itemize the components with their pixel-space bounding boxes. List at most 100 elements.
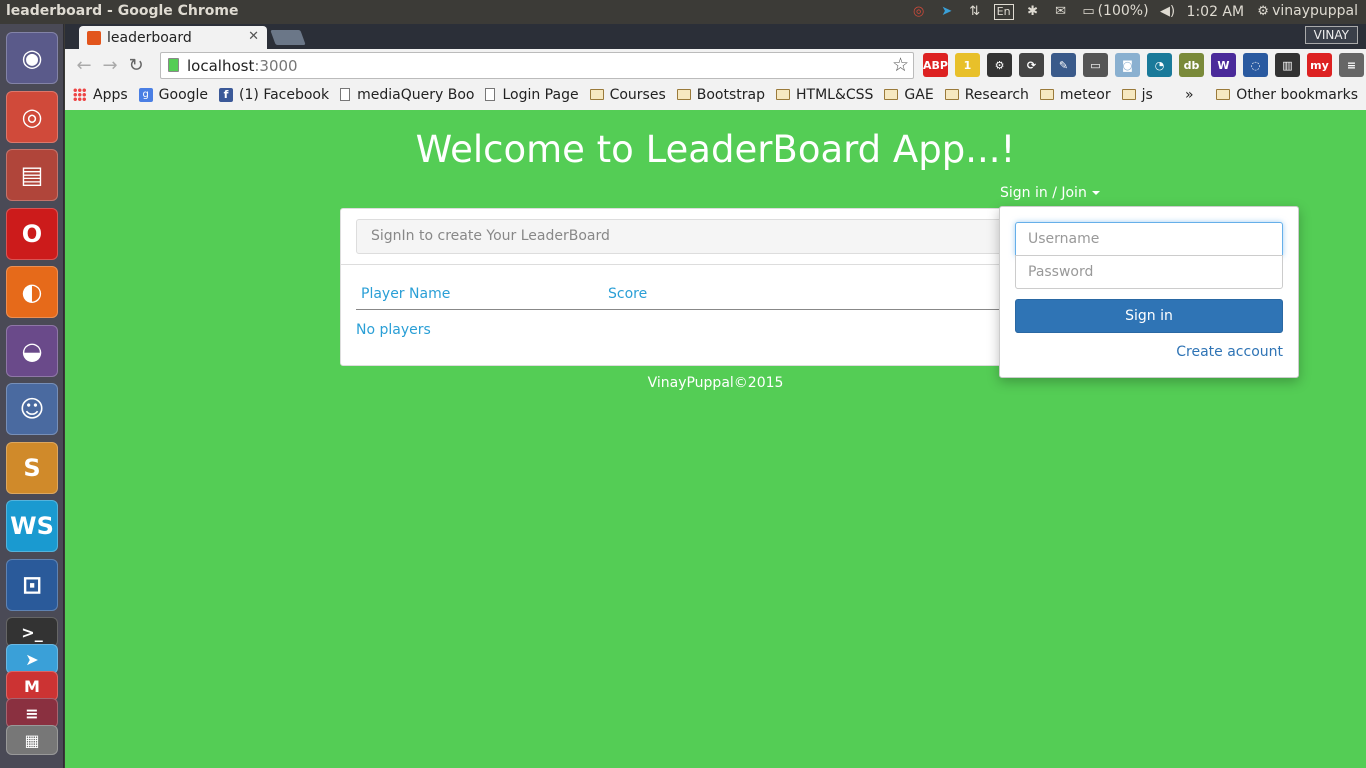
close-tab-icon[interactable]: ✕ — [248, 29, 259, 44]
w-extension-icon[interactable]: W — [1211, 53, 1236, 77]
create-account-link[interactable]: Create account — [1176, 344, 1283, 360]
workspace-icon[interactable]: ▦ — [6, 725, 58, 755]
files-icon[interactable]: ▤ — [6, 149, 58, 201]
bluetooth-icon[interactable]: ✱ — [1024, 3, 1042, 21]
bookmark-star-icon[interactable]: ☆ — [892, 54, 909, 76]
folder-icon — [884, 89, 899, 100]
bookmark-label: js — [1141, 86, 1153, 103]
folder-icon — [676, 89, 691, 100]
gmail-icon[interactable]: M — [6, 671, 58, 701]
bookmark-label: Google — [158, 86, 209, 103]
opera-icon[interactable]: O — [6, 207, 58, 260]
bookmark-label: mediaQuery Boo — [357, 86, 475, 103]
signin-join-label: Sign in / Join — [1000, 185, 1087, 201]
menu-icon[interactable]: ≡ — [1339, 53, 1364, 77]
chrome-icon[interactable]: ◎ — [6, 90, 58, 143]
keyboard-layout-indicator[interactable]: En — [993, 4, 1014, 20]
sublime-text-icon[interactable]: S — [6, 441, 58, 494]
adblock-icon[interactable]: ABP — [923, 53, 948, 77]
db-extension-icon[interactable]: db — [1179, 53, 1204, 77]
bookmark-item[interactable]: Courses — [589, 86, 666, 103]
bookmark-label: HTML&CSS — [795, 86, 874, 103]
app-icon[interactable]: ⊡ — [6, 558, 58, 611]
signin-join-toggle[interactable]: Sign in / Join — [1000, 185, 1100, 201]
scanner-icon[interactable]: ▭ — [1083, 53, 1108, 77]
bookmarks-overflow-button[interactable]: » — [1185, 87, 1194, 103]
tab-strip: leaderboard ✕ VINAY — [65, 24, 1366, 49]
chat-extension-icon[interactable]: ◌ — [1243, 53, 1268, 77]
telegram-tray-icon[interactable]: ➤ — [938, 3, 956, 21]
extensions-area: ABP 1 ⚙ ⟳ ✎ ▭ ◙ ◔ db W ◌ ▥ my ≡ — [923, 53, 1364, 77]
column-header-score: Score — [608, 286, 648, 302]
folder-icon — [1039, 89, 1054, 100]
bookmark-item[interactable]: Apps — [73, 87, 128, 103]
bookmark-label: Courses — [609, 86, 666, 103]
bookmark-item[interactable]: g Google — [138, 86, 209, 103]
battery-percent: (100%) — [1097, 3, 1149, 19]
bookmark-label: (1) Facebook — [239, 86, 330, 103]
bookmark-item[interactable]: f (1) Facebook — [219, 87, 329, 103]
bookmark-item[interactable]: HTML&CSS — [775, 86, 874, 103]
gear-icon: ⚙ — [1257, 4, 1269, 19]
browser-toolbar: ← → ↻ localhost:3000 ☆ ABP 1 ⚙ ⟳ ✎ ▭ ◙ ◔ db W ◌ ▥ my… — [65, 49, 1366, 82]
system-tray: ◎ ➤ ⇅ En ✱ ✉ ▭ (100%) ◀) 1:02 AM ⚙ vinaypu… — [910, 0, 1358, 24]
other-bookmarks[interactable]: Other bookmarks — [1216, 87, 1358, 103]
back-icon[interactable]: ← — [71, 55, 97, 76]
tab-leaderboard[interactable]: leaderboard ✕ — [79, 26, 267, 49]
mail-icon[interactable]: ✉ — [1052, 3, 1070, 21]
bookmark-label: meteor — [1059, 86, 1111, 103]
my-extension-icon[interactable]: my — [1307, 53, 1332, 77]
stacked-app-icon[interactable]: ≡ — [6, 698, 58, 728]
tor-browser-icon[interactable]: ◒ — [6, 324, 58, 377]
bookmark-label: Bootstrap — [696, 86, 765, 103]
firefox-icon[interactable]: ◐ — [6, 266, 58, 318]
camera-icon[interactable]: ◙ — [1115, 53, 1140, 77]
webstorm-icon[interactable]: WS — [6, 500, 58, 552]
bookmark-item[interactable]: Bootstrap — [676, 86, 765, 103]
bookmark-item[interactable]: mediaQuery Boo — [340, 87, 474, 103]
caret-down-icon — [1091, 191, 1100, 195]
battery-indicator[interactable]: ▭ (100%) — [1080, 3, 1149, 21]
page-icon — [340, 88, 351, 101]
ubuntu-dash-icon[interactable]: ◉ — [6, 32, 58, 84]
new-tab-button[interactable] — [270, 30, 306, 45]
film-extension-icon[interactable]: ▥ — [1275, 53, 1300, 77]
telegram-icon[interactable]: ➤ — [6, 644, 58, 674]
eyedropper-icon[interactable]: ✎ — [1051, 53, 1076, 77]
bookmarks-bar: Apps g Google f (1) Facebook mediaQuery Boo Lo… — [65, 82, 1366, 107]
battery-icon: ▭ — [1082, 4, 1095, 19]
sync-extension-icon[interactable]: ⟳ — [1019, 53, 1044, 77]
username-input[interactable]: Username — [1015, 222, 1283, 256]
address-bar[interactable]: localhost:3000 ☆ — [160, 52, 914, 79]
bookmark-label: Research — [964, 86, 1029, 103]
signin-button[interactable]: Sign in — [1015, 299, 1283, 333]
gear-extension-icon[interactable]: ⚙ — [987, 53, 1012, 77]
pidgin-icon[interactable]: ☺ — [6, 383, 58, 435]
page-icon — [485, 88, 496, 101]
bookmark-item[interactable]: js — [1121, 86, 1153, 103]
network-icon[interactable]: ⇅ — [966, 3, 984, 21]
reload-icon[interactable]: ↻ — [123, 55, 149, 76]
forward-icon[interactable]: → — [97, 55, 123, 76]
window-title: leaderboard - Google Chrome — [6, 3, 239, 19]
chrome-tray-icon[interactable]: ◎ — [910, 3, 928, 21]
extension-badge-icon[interactable]: 1 — [955, 53, 980, 77]
clock[interactable]: 1:02 AM — [1187, 4, 1245, 20]
folder-icon — [1121, 89, 1136, 100]
session-menu[interactable]: ⚙ vinaypuppal — [1254, 3, 1358, 21]
google-icon: g — [138, 87, 153, 102]
bookmark-item[interactable]: Research — [944, 86, 1029, 103]
bookmark-item[interactable]: GAE — [884, 87, 934, 103]
folder-icon — [944, 89, 959, 100]
bookmark-item[interactable]: Login Page — [485, 87, 579, 103]
facebook-icon: f — [219, 87, 234, 102]
password-input[interactable]: Password — [1015, 255, 1283, 289]
volume-icon[interactable]: ◀) — [1159, 3, 1177, 21]
terminal-icon[interactable]: >_ — [6, 617, 58, 647]
browser-chrome: leaderboard ✕ VINAY ← → ↻ localhost:3000… — [65, 24, 1366, 110]
bookmark-label: Apps — [93, 86, 128, 103]
leaderboard-panel: SignIn to create Your LeaderBoard Player… — [340, 208, 1051, 366]
profile-button[interactable]: VINAY — [1304, 26, 1358, 44]
feed-extension-icon[interactable]: ◔ — [1147, 53, 1172, 77]
bookmark-item[interactable]: meteor — [1039, 86, 1111, 103]
